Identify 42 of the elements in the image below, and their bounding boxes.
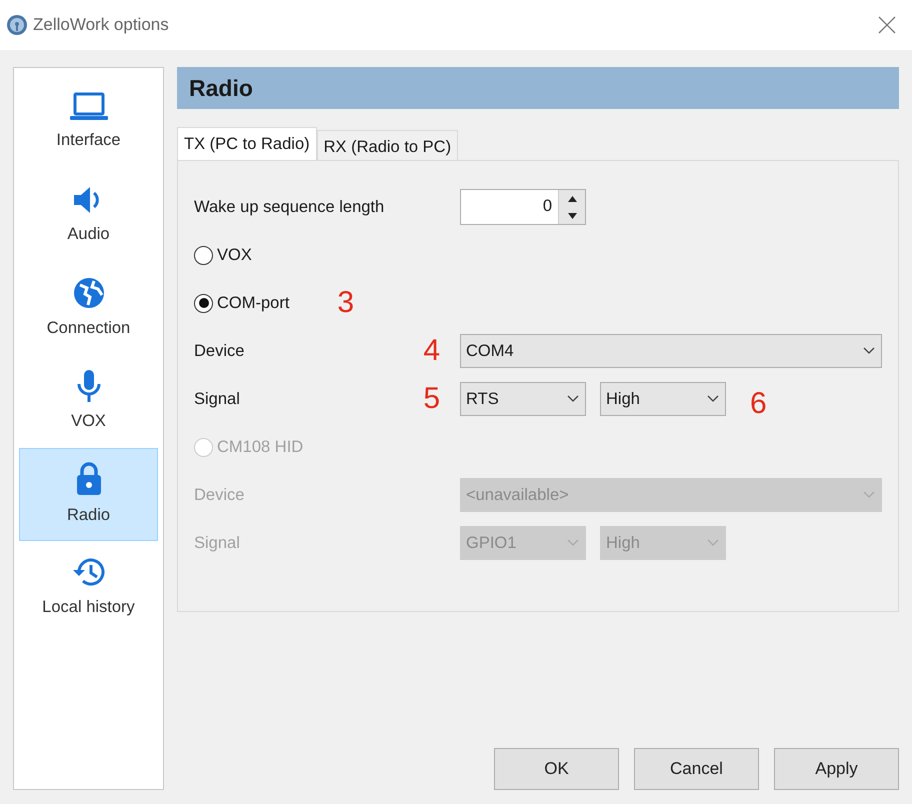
caret-icon: [707, 539, 719, 547]
caret-icon: [567, 395, 579, 403]
dialog-button[interactable]: Cancel: [634, 748, 759, 790]
sidebar-item[interactable]: VOX: [19, 355, 158, 448]
caret-icon: [863, 347, 875, 355]
tab[interactable]: RX (Radio to PC): [316, 130, 458, 160]
sidebar-item[interactable]: Local history: [19, 541, 158, 634]
lock-icon: [74, 461, 102, 498]
dialog-button[interactable]: Apply: [774, 748, 899, 790]
sidebar-item[interactable]: Connection: [19, 262, 158, 355]
dialog-button[interactable]: OK: [494, 748, 619, 790]
sidebar-item[interactable]: Radio: [19, 448, 158, 541]
radio-button[interactable]: [194, 246, 213, 264]
caret-icon: [567, 539, 579, 547]
laptop-icon: [68, 92, 108, 122]
caret-icon: [707, 395, 719, 403]
field-label: Wake up sequence length: [194, 196, 384, 218]
app-logo-icon: [6, 14, 28, 36]
caret-icon: [863, 491, 875, 499]
field-label: Device: [194, 484, 244, 506]
dropdown[interactable]: High: [600, 382, 726, 416]
number-spinner[interactable]: 0: [460, 189, 586, 225]
close-icon[interactable]: [878, 16, 896, 34]
annotation-number: 4: [423, 336, 440, 366]
annotation-number: 5: [423, 384, 440, 414]
annotation-number: 6: [750, 389, 767, 419]
radio-label[interactable]: VOX: [217, 242, 252, 268]
annotation-number: 3: [337, 288, 354, 318]
section-header: Radio: [177, 67, 899, 109]
field-label: Signal: [194, 388, 240, 410]
radio-button[interactable]: [194, 294, 213, 312]
microphone-icon: [76, 369, 102, 404]
radio-label[interactable]: COM-port: [217, 290, 290, 316]
radio-label: CM108 HID: [217, 436, 304, 458]
dropdown[interactable]: COM4: [460, 334, 882, 368]
dropdown[interactable]: RTS: [460, 382, 586, 416]
window-title: ZelloWork options: [33, 14, 169, 36]
field-label: Signal: [194, 532, 240, 554]
sidebar-item[interactable]: Interface: [19, 76, 158, 169]
field-label: Device: [194, 340, 244, 362]
tab[interactable]: TX (PC to Radio): [177, 127, 317, 160]
sidebar-item[interactable]: Audio: [19, 169, 158, 262]
